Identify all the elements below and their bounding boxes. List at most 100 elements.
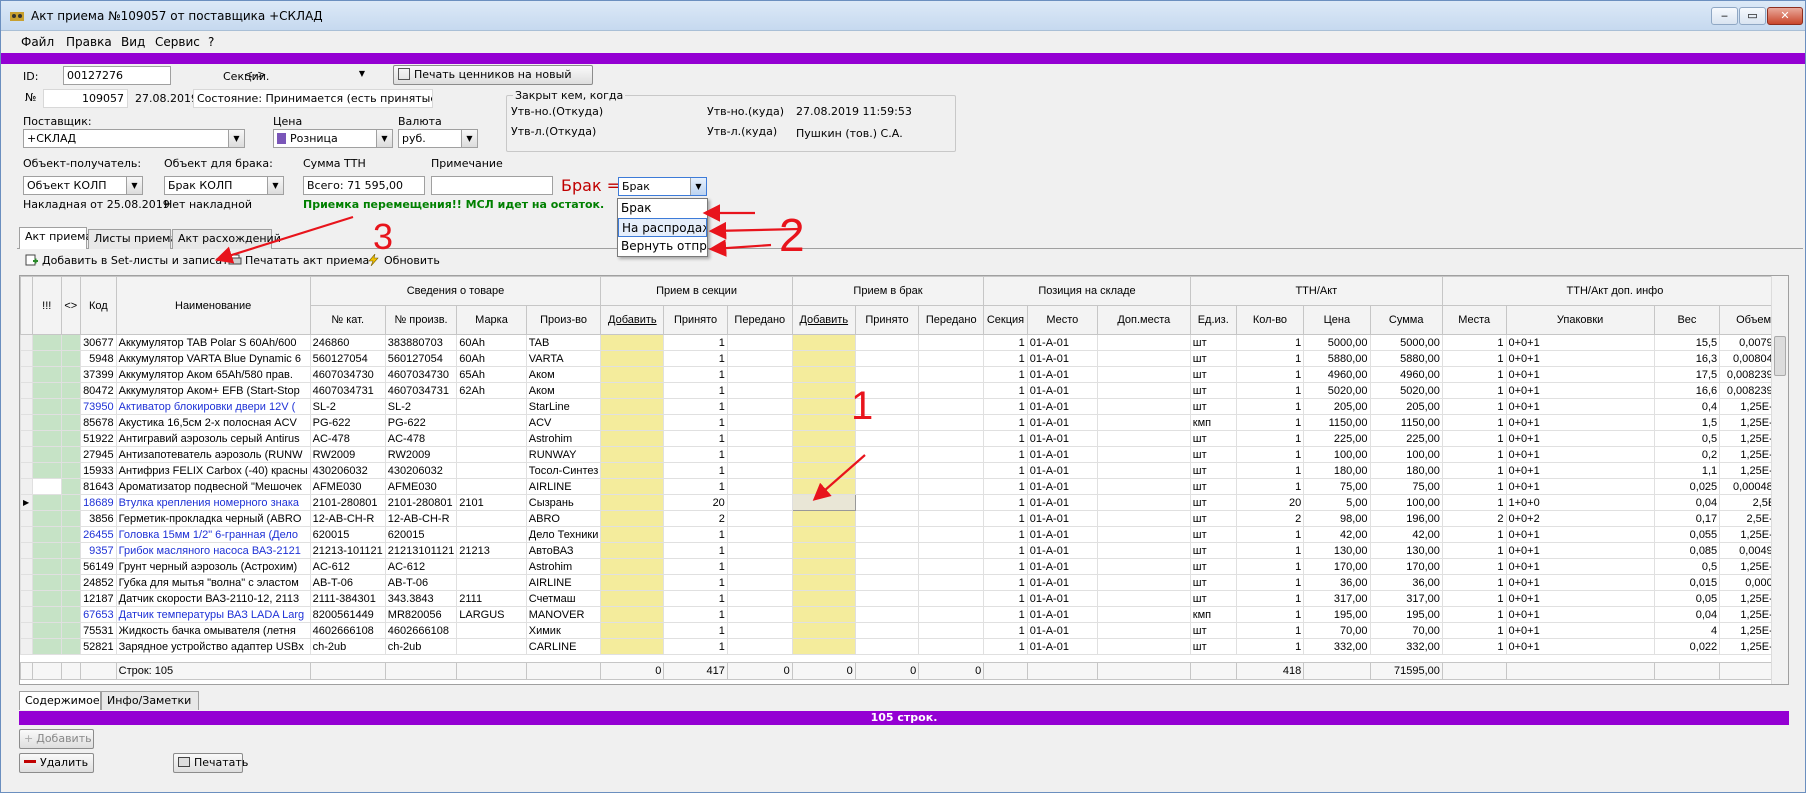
row-indicator[interactable] [20, 446, 33, 463]
row-weight[interactable]: 0,055 [1653, 526, 1721, 543]
row-defect-passed[interactable] [918, 622, 985, 639]
row-qty[interactable]: 1 [1235, 622, 1305, 639]
row-unit[interactable]: шт [1189, 430, 1237, 447]
row-price[interactable]: 180,00 [1303, 462, 1371, 479]
row-qty[interactable]: 1 [1235, 526, 1305, 543]
row-indicator[interactable] [20, 398, 33, 415]
header-name[interactable]: Наименование [115, 276, 311, 335]
row-passed[interactable] [726, 558, 793, 575]
minimize-button[interactable]: ‒ [1711, 7, 1738, 25]
row-accepted[interactable]: 2 [663, 510, 728, 527]
row-defect-passed[interactable] [918, 350, 985, 367]
row-cat[interactable]: AC-612 [309, 558, 386, 575]
menu-file[interactable]: Файл [21, 35, 54, 49]
row-excl[interactable] [31, 558, 62, 575]
table-row[interactable]: 52821 Зарядное устройство адаптер USBx ch-… [20, 638, 1788, 655]
row-passed[interactable] [726, 430, 793, 447]
row-name[interactable]: Зарядное устройство адаптер USBx [115, 638, 311, 655]
row-prod-num[interactable]: 4607034731 [384, 382, 458, 399]
row-name[interactable]: Датчик скорости ВАЗ-2110-12, 2113 [115, 590, 311, 607]
row-accepted[interactable]: 1 [663, 334, 728, 351]
row-sum[interactable]: 75,00 [1369, 478, 1443, 495]
tab-info-notes[interactable]: Инфо/Заметки [101, 691, 199, 710]
row-qty[interactable]: 1 [1235, 638, 1305, 655]
row-code[interactable]: 37399 [80, 366, 117, 383]
row-qty[interactable]: 1 [1235, 574, 1305, 591]
row-defect-add[interactable] [791, 446, 856, 463]
row-price[interactable]: 1150,00 [1303, 414, 1371, 431]
row-brand[interactable] [456, 510, 527, 527]
row-weight[interactable]: 0,4 [1653, 398, 1721, 415]
row-add[interactable] [600, 574, 665, 591]
row-accepted[interactable]: 1 [663, 414, 728, 431]
row-extra-place[interactable] [1096, 350, 1191, 367]
row-brand[interactable] [456, 638, 527, 655]
header-weight[interactable]: Вес [1653, 305, 1721, 335]
row-cat[interactable]: 4607034730 [309, 366, 386, 383]
row-brand[interactable] [456, 414, 527, 431]
row-unit[interactable]: кмп [1189, 606, 1237, 623]
row-prod-num[interactable]: 430206032 [384, 462, 458, 479]
row-place[interactable]: 01-А-01 [1026, 542, 1098, 559]
table-row[interactable]: 30677 Аккумулятор TAB Polar S 60Ah/600 246… [20, 334, 1788, 351]
row-places[interactable]: 1 [1441, 414, 1507, 431]
row-place[interactable]: 01-А-01 [1026, 622, 1098, 639]
row-code[interactable]: 73950 [80, 398, 117, 415]
row-section[interactable]: 1 [983, 638, 1028, 655]
row-producer[interactable]: Astrohim [525, 430, 602, 447]
row-section[interactable]: 1 [983, 366, 1028, 383]
row-defect-passed[interactable] [918, 334, 985, 351]
row-cat[interactable]: 246860 [309, 334, 386, 351]
row-cat[interactable]: 4607034731 [309, 382, 386, 399]
row-qty[interactable]: 1 [1235, 558, 1305, 575]
row-prod-num[interactable]: 12-AB-CH-R [384, 510, 458, 527]
row-diff[interactable] [60, 430, 82, 447]
row-price[interactable]: 5020,00 [1303, 382, 1371, 399]
row-excl[interactable] [31, 414, 62, 431]
row-name[interactable]: Аккумулятор VARTA Blue Dynamic 6 [115, 350, 311, 367]
table-row[interactable]: 9357 Грибок масляного насоса ВАЗ-2121 2121… [20, 542, 1788, 559]
row-place[interactable]: 01-А-01 [1026, 558, 1098, 575]
row-sum[interactable]: 70,00 [1369, 622, 1443, 639]
row-name[interactable]: Датчик температуры ВАЗ LADA Larg [115, 606, 311, 623]
row-section[interactable]: 1 [983, 574, 1028, 591]
row-places[interactable]: 1 [1441, 526, 1507, 543]
row-defect-add[interactable] [791, 430, 856, 447]
row-qty[interactable]: 1 [1235, 542, 1305, 559]
row-indicator[interactable] [20, 414, 33, 431]
row-excl[interactable] [31, 622, 62, 639]
row-defect-accepted[interactable] [854, 526, 920, 543]
row-places[interactable]: 1 [1441, 350, 1507, 367]
row-defect-accepted[interactable] [854, 622, 920, 639]
row-cat[interactable]: 21213-101121 [309, 542, 386, 559]
row-section[interactable]: 1 [983, 590, 1028, 607]
defect-object-select[interactable]: Брак КОЛП ▼ [164, 176, 284, 195]
row-places[interactable]: 1 [1441, 542, 1507, 559]
row-qty[interactable]: 1 [1235, 414, 1305, 431]
row-add[interactable] [600, 622, 665, 639]
row-extra-place[interactable] [1096, 558, 1191, 575]
row-unit[interactable]: шт [1189, 478, 1237, 495]
row-price[interactable]: 70,00 [1303, 622, 1371, 639]
row-name[interactable]: Акустика 16,5см 2-х полосная ACV [115, 414, 311, 431]
row-sum[interactable]: 332,00 [1369, 638, 1443, 655]
header-brand[interactable]: Марка [456, 305, 527, 335]
row-extra-place[interactable] [1096, 574, 1191, 591]
menu-edit[interactable]: Правка [66, 35, 112, 49]
row-unit[interactable]: шт [1189, 526, 1237, 543]
row-defect-accepted[interactable] [854, 494, 920, 511]
row-section[interactable]: 1 [983, 494, 1028, 511]
header-prod-num[interactable]: № произв. [384, 305, 458, 335]
table-row[interactable]: 5948 Аккумулятор VARTA Blue Dynamic 6 5601… [20, 350, 1788, 367]
row-producer[interactable]: TAB [525, 334, 602, 351]
header-code[interactable]: Код [80, 276, 117, 335]
row-producer[interactable]: Сызрань [525, 494, 602, 511]
row-qty[interactable]: 2 [1235, 510, 1305, 527]
row-qty[interactable]: 1 [1235, 590, 1305, 607]
grid-vertical-scrollbar[interactable] [1771, 276, 1788, 684]
row-excl[interactable] [31, 462, 62, 479]
row-prod-num[interactable]: PG-622 [384, 414, 458, 431]
row-excl[interactable] [31, 478, 62, 495]
row-accepted[interactable]: 1 [663, 446, 728, 463]
print-prices-button[interactable]: Печать ценников на новый [393, 65, 593, 85]
